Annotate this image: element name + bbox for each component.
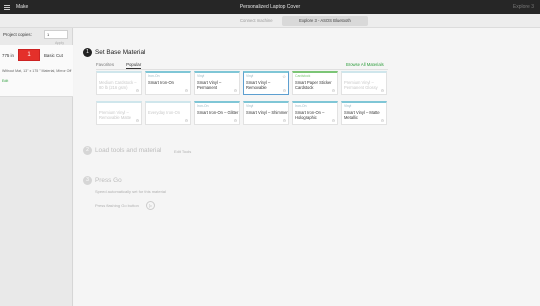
play-icon: ▷	[148, 203, 153, 208]
edit-mat-link[interactable]: Edit	[2, 79, 8, 83]
machine-selector[interactable]: Explore 3 - ASOS Bluetooth	[282, 16, 368, 26]
title-bar: Make Personalized Laptop Cover Explore 3	[0, 0, 540, 14]
material-card[interactable]: Vinyl Smart Vinyl – Permanent ⚙	[194, 71, 240, 95]
browse-all-materials-link[interactable]: Browse All Materials	[346, 62, 384, 67]
main-panel: 1 Set Base Material Favorites Popular Br…	[74, 28, 540, 306]
material-category: Vinyl	[246, 74, 254, 78]
sidebar: Project copies: 1 Apply 775 in 1 Basic C…	[0, 28, 73, 306]
material-category: Vinyl	[344, 104, 352, 108]
material-card[interactable]: Everyday Iron-On ⚙	[145, 101, 191, 125]
settings-icon[interactable]: ⚙	[283, 88, 286, 93]
step-1-number: 1	[83, 48, 92, 57]
mat-card[interactable]: 775 in 1 Basic Cut Without Mat, 13" x 17…	[0, 45, 73, 97]
settings-icon[interactable]: ⚙	[332, 88, 335, 93]
settings-icon[interactable]: ⚙	[234, 118, 237, 123]
speed-info-text: Speed automatically set for this materia…	[95, 189, 166, 194]
material-name: Everyday Iron-On	[148, 110, 181, 115]
material-name: Smart Vinyl – Shimmer	[246, 110, 288, 115]
material-name: Smart Iron-On – Glitter	[197, 110, 239, 115]
edit-tools-link[interactable]: Edit Tools	[174, 149, 191, 154]
material-category: Iron-On	[295, 104, 307, 108]
material-tabs: Favorites Popular	[96, 62, 142, 69]
settings-icon[interactable]: ⚙	[136, 118, 139, 123]
project-title: Personalized Laptop Cover	[239, 4, 301, 10]
settings-icon[interactable]: ⚙	[381, 88, 384, 93]
material-card[interactable]: Iron-On Smart Iron-On ⚙	[145, 71, 191, 95]
material-card[interactable]: Iron-On Smart Iron-On – Holographic ⚙	[292, 101, 338, 125]
step-2-title: Load tools and material	[95, 147, 162, 154]
settings-icon[interactable]: ⚙	[283, 118, 286, 123]
material-category: Vinyl	[197, 74, 205, 78]
step-2-number: 2	[83, 146, 92, 155]
settings-icon[interactable]: ⚙	[185, 88, 188, 93]
mat-description: Without Mat, 13" x 175 " Material, Mirro…	[2, 69, 72, 73]
material-card-selected[interactable]: Vinyl ☆ Smart Vinyl – Removable ⚙	[243, 71, 289, 95]
project-copies-input[interactable]: 1	[44, 30, 68, 39]
material-card[interactable]: Cardstock Smart Paper Sticker Cardstock …	[292, 71, 338, 95]
step-1-title: Set Base Material	[95, 49, 146, 56]
settings-icon[interactable]: ⚙	[136, 88, 139, 93]
material-name: Smart Iron-On	[148, 80, 174, 85]
material-card[interactable]: Vinyl Smart Vinyl – Shimmer ⚙	[243, 101, 289, 125]
cut-type: Basic Cut	[44, 53, 63, 58]
mat-preview[interactable]: 1	[18, 49, 40, 61]
material-card[interactable]: Medium Cardstock – 80 lb (216 gsm) ⚙	[96, 71, 142, 95]
tab-divider	[96, 69, 388, 70]
project-copies-label: Project copies:	[3, 32, 32, 37]
go-button[interactable]: ▷	[146, 201, 155, 210]
tab-popular[interactable]: Popular	[126, 62, 142, 69]
press-go-instruction: Press flashing Go button	[95, 203, 139, 208]
machine-bar: Connect machine Explore 3 - ASOS Bluetoo…	[0, 14, 540, 28]
settings-icon[interactable]: ⚙	[185, 118, 188, 123]
material-category: Vinyl	[246, 104, 254, 108]
material-category: Iron-On	[197, 104, 209, 108]
device-label: Explore 3	[512, 4, 534, 10]
material-card[interactable]: Iron-On Smart Iron-On – Glitter ⚙	[194, 101, 240, 125]
settings-icon[interactable]: ⚙	[234, 88, 237, 93]
material-card[interactable]: Premium Vinyl – Removable Matte ⚙	[96, 101, 142, 125]
material-category: Iron-On	[148, 74, 160, 78]
mat-size: 775 in	[2, 53, 14, 58]
material-card[interactable]: Vinyl Smart Vinyl – Matte Metallic ⚙	[341, 101, 387, 125]
step-3-number: 3	[83, 176, 92, 185]
tab-favorites[interactable]: Favorites	[96, 62, 114, 69]
step-3-title: Press Go	[95, 177, 122, 184]
material-category: Cardstock	[295, 74, 311, 78]
material-card[interactable]: Premium Vinyl – Permanent Glossy ⚙	[341, 71, 387, 95]
settings-icon[interactable]: ⚙	[332, 118, 335, 123]
settings-icon[interactable]: ⚙	[381, 118, 384, 123]
connect-machine-link[interactable]: Connect machine	[240, 18, 273, 23]
